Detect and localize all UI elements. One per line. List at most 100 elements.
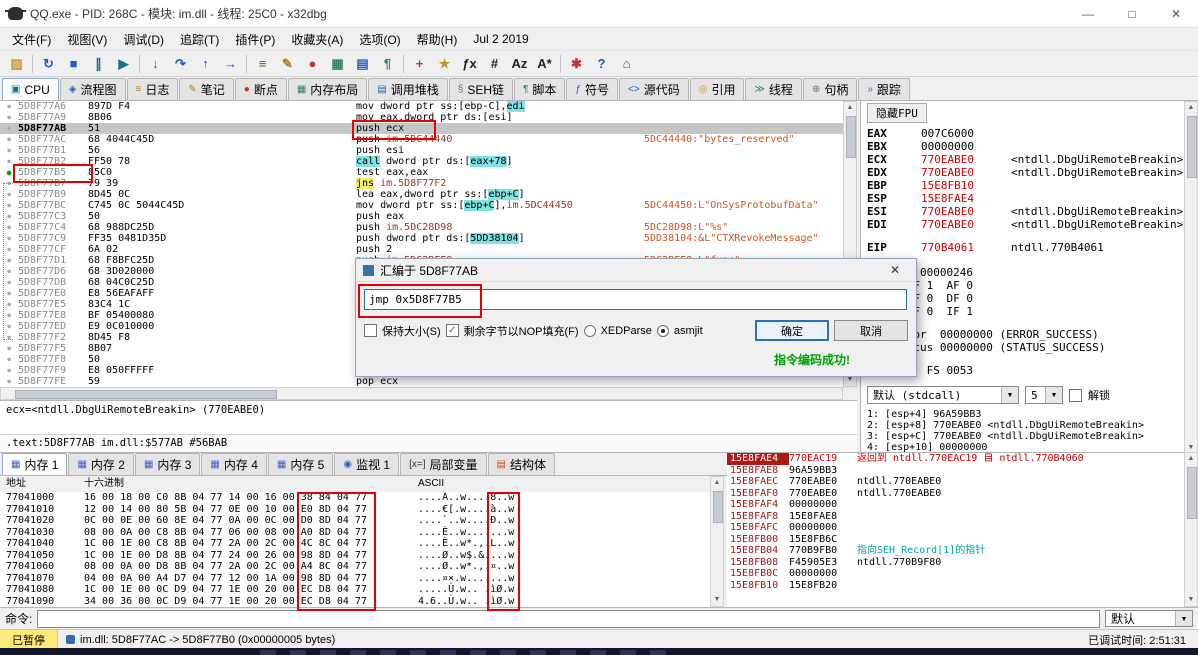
tab-memory-map[interactable]: ▦ 内存布局 xyxy=(287,78,368,100)
stack-row[interactable]: 15E8FB10 15E8FB20 xyxy=(727,580,1184,592)
scroll-up-icon[interactable]: ▲ xyxy=(1185,102,1197,114)
menu-item[interactable]: 追踪(T) xyxy=(172,29,227,50)
restart-icon[interactable]: ↻ xyxy=(36,52,61,75)
call-stack-icon[interactable]: ▤ xyxy=(350,52,375,75)
tab-script[interactable]: ¶ 脚本 xyxy=(514,78,566,100)
taskbar-icon[interactable] xyxy=(290,650,306,655)
breakpoints-icon[interactable]: ● xyxy=(300,52,325,75)
hide-fpu-button[interactable]: 隐藏FPU xyxy=(867,103,927,123)
fill-with-nops-checkbox[interactable]: ✓ xyxy=(445,324,459,337)
menu-item[interactable]: 文件(F) xyxy=(4,29,59,50)
tab-cpu[interactable]: ▣ CPU xyxy=(2,78,59,100)
hexdump-row[interactable]: 77041080 1C 00 1E 00 0C D9 04 77 1E 00 20… xyxy=(0,584,710,596)
disasm-row[interactable]: ● 5D8F77CF 6A 02 push 2 xyxy=(0,244,843,255)
tab-references[interactable]: ◎ 引用 xyxy=(689,78,745,100)
pause-icon[interactable]: ∥ xyxy=(86,52,111,75)
disasm-row[interactable]: ● 5D8F77AC 68 4044C45D push im.5DC44440 5DC4… xyxy=(0,134,843,145)
disasm-horizontal-scrollbar[interactable] xyxy=(0,387,843,400)
hexdump-row[interactable]: 77041090 34 00 36 00 0C D9 04 77 1E 00 20… xyxy=(0,596,710,608)
run-to-user-icon[interactable]: → xyxy=(218,52,243,75)
command-input[interactable] xyxy=(37,609,1100,628)
bullet-dot[interactable]: ● xyxy=(0,134,18,145)
stack-row[interactable]: 15E8FB0C 00000000 xyxy=(727,568,1184,580)
scroll-thumb[interactable] xyxy=(15,390,277,399)
scroll-down-icon[interactable]: ▼ xyxy=(1185,594,1197,606)
favourites-icon[interactable]: ★ xyxy=(432,52,457,75)
stack-row[interactable]: 15E8FAFC 00000000 xyxy=(727,522,1184,534)
disasm-row[interactable]: ● 5D8F77C4 68 988DC25D push im.5DC28D98 5DC2… xyxy=(0,222,843,233)
tab-memory-1[interactable]: ▦ 内存 1 xyxy=(2,453,68,475)
hexdump-row[interactable]: 77041000 16 00 18 00 C0 8B 04 77 14 00 16… xyxy=(0,492,710,504)
hexdump-row[interactable]: 77041060 08 00 0A 00 D8 8B 04 77 2A 00 2C… xyxy=(0,561,710,573)
taskbar-icon[interactable] xyxy=(590,650,606,655)
taskbar-icon[interactable] xyxy=(620,650,636,655)
scroll-up-icon[interactable]: ▲ xyxy=(844,102,856,114)
breakpoint-dot[interactable]: ● xyxy=(0,167,18,178)
argument-count-stepper[interactable]: 5 ▼ xyxy=(1025,386,1063,404)
stop-icon[interactable]: ■ xyxy=(61,52,86,75)
tab-symbols[interactable]: ƒ 符号 xyxy=(566,78,618,100)
chevron-down-icon[interactable]: ▼ xyxy=(1175,611,1192,626)
tab-breakpoints[interactable]: ● 断点 xyxy=(234,78,287,100)
keep-size-checkbox[interactable] xyxy=(364,324,377,337)
disasm-row[interactable]: ● 5D8F77AB 51 push ecx xyxy=(0,123,843,134)
stack-view[interactable]: 15E8FAE4 770EAC19 返回到 ntdll.770EAC19 自 ntd… xyxy=(727,452,1184,608)
memory-map-icon[interactable]: ▦ xyxy=(325,52,350,75)
taskbar-icon[interactable] xyxy=(440,650,456,655)
stack-argument-row[interactable]: 2: [esp+8] 770EABE0 <ntdll.DbgUiRemoteBr… xyxy=(867,420,1184,431)
taskbar-icon[interactable] xyxy=(500,650,516,655)
minimize-button-icon[interactable]: — xyxy=(1066,0,1110,28)
bullet-dot[interactable]: ● xyxy=(0,101,18,112)
scroll-thumb[interactable] xyxy=(1187,467,1197,519)
bullet-dot[interactable]: ● xyxy=(0,123,18,134)
tab-call-stack[interactable]: ▤ 调用堆栈 xyxy=(368,78,448,100)
scroll-thumb[interactable] xyxy=(1187,116,1197,178)
command-profile-dropdown[interactable]: 默认 ▼ xyxy=(1105,610,1193,627)
spinner-arrows-icon[interactable]: ▼ xyxy=(1045,387,1062,403)
menu-item[interactable]: 调试(D) xyxy=(115,29,172,50)
register-row[interactable]: ECX 770EABE0 <ntdll.DbgUiRemoteBreakin> xyxy=(867,153,1184,166)
stack-argument-row[interactable]: 3: [esp+C] 770EABE0 <ntdll.DbgUiRemoteBr… xyxy=(867,431,1184,442)
stack-argument-row[interactable]: 1: [esp+4] 96A59BB3 xyxy=(867,409,1184,420)
tab-memory-5[interactable]: ▦ 内存 5 xyxy=(267,453,334,475)
chevron-down-icon[interactable]: ▼ xyxy=(1001,387,1018,403)
hexdump-row[interactable]: 77041030 08 00 0A 00 C8 8B 04 77 06 00 08… xyxy=(0,527,710,539)
disasm-row[interactable]: ● 5D8F77FE 59 pop ecx xyxy=(0,376,843,387)
patch-icon[interactable]: + xyxy=(407,52,432,75)
hexdump-row[interactable]: 77041010 12 00 14 00 80 5B 04 77 0E 00 10… xyxy=(0,504,710,516)
register-row[interactable]: EBX 00000000 xyxy=(867,140,1184,153)
menu-item[interactable]: 帮助(H) xyxy=(409,29,466,50)
stack-scrollbar[interactable]: ▲ ▼ xyxy=(1184,452,1198,607)
disasm-row[interactable]: ● 5D8F77C9 FF35 0481D35D push dword ptr ds:… xyxy=(0,233,843,244)
taskbar-icon[interactable] xyxy=(530,650,546,655)
scroll-up-icon[interactable]: ▲ xyxy=(1185,453,1197,465)
stack-row[interactable]: 15E8FAF8 15E8FAE8 xyxy=(727,511,1184,523)
hexdump-scrollbar[interactable]: ▲ ▼ xyxy=(710,476,724,607)
bullet-dot[interactable]: ● xyxy=(0,365,18,376)
hexdump-row[interactable]: 77041040 1C 00 1E 00 C8 8B 04 77 2A 00 2C… xyxy=(0,538,710,550)
step-into-icon[interactable]: ↓ xyxy=(143,52,168,75)
close-icon[interactable]: ✕ xyxy=(881,263,909,277)
stack-row[interactable]: 15E8FAEC 770EABE0 ntdll.770EABE0 xyxy=(727,476,1184,488)
stack-row[interactable]: 15E8FB08 F45905E3 ntdll.770B9F80 xyxy=(727,557,1184,569)
menu-item[interactable]: 插件(P) xyxy=(227,29,283,50)
close-button-icon[interactable]: ✕ xyxy=(1154,0,1198,28)
stack-row[interactable]: 15E8FAF0 770EABE0 ntdll.770EABE0 xyxy=(727,488,1184,500)
disasm-row[interactable]: ● 5D8F77C3 50 push eax xyxy=(0,211,843,222)
help-icon[interactable]: ? xyxy=(589,52,614,75)
highlight-icon[interactable]: A* xyxy=(532,52,557,75)
taskbar-icon[interactable] xyxy=(470,650,486,655)
tab-struct[interactable]: ▤ 结构体 xyxy=(487,453,555,475)
registers-scrollbar[interactable]: ▲ ▼ xyxy=(1184,101,1198,455)
disasm-row[interactable]: ● 5D8F77B5 85C0 test eax,eax xyxy=(0,167,843,178)
stack-row[interactable]: 15E8FB00 15E8FB6C xyxy=(727,534,1184,546)
bullet-dot[interactable]: ● xyxy=(0,354,18,365)
stack-row[interactable]: 15E8FAF4 00000000 xyxy=(727,499,1184,511)
hexdump-row[interactable]: 77041020 0C 00 0E 00 60 8E 04 77 0A 00 0C… xyxy=(0,515,710,527)
log-icon[interactable]: ≡ xyxy=(250,52,275,75)
convention-dropdown[interactable]: 默认 (stdcall) ▼ xyxy=(867,386,1019,404)
tab-locals[interactable]: [x=] 局部变量 xyxy=(400,453,487,475)
scroll-down-icon[interactable]: ▼ xyxy=(711,594,723,606)
bullet-dot[interactable]: ● xyxy=(0,156,18,167)
taskbar-icon[interactable] xyxy=(320,650,336,655)
